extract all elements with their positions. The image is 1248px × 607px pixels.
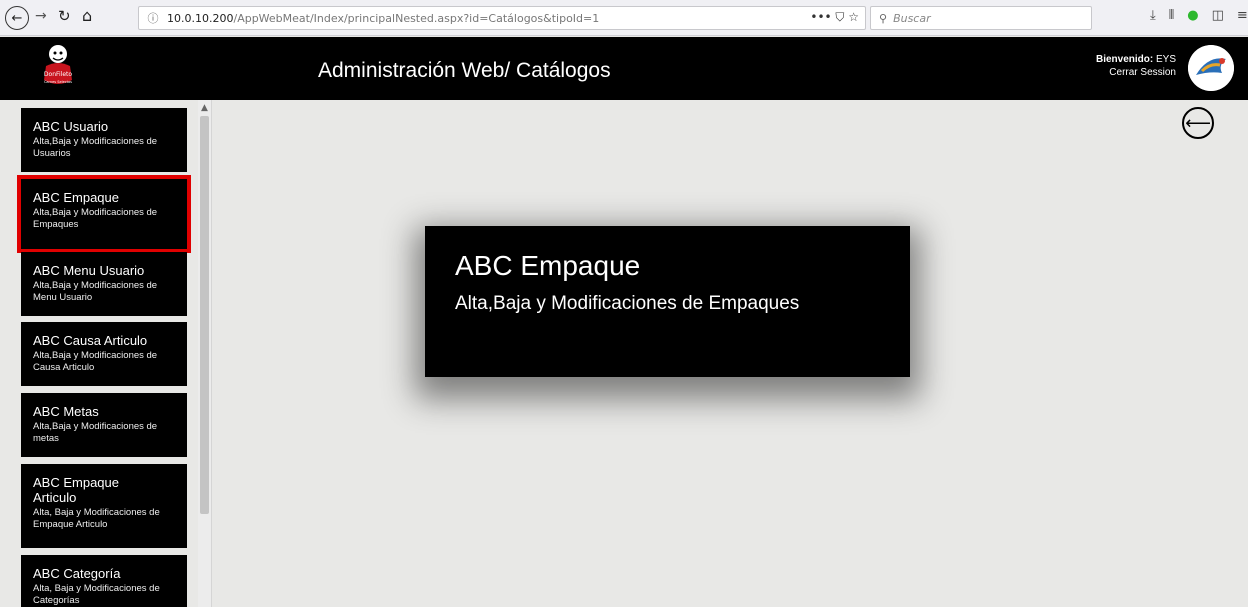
- item-tooltip: ABC Empaque Alta,Baja y Modificaciones d…: [425, 226, 910, 377]
- sidebar-item-title: ABC Causa Articulo: [33, 333, 148, 348]
- sidebar-item-title: ABC Categoría: [33, 566, 121, 581]
- sidebar-item-abc-metas[interactable]: ABC Metas Alta,Baja y Modificaciones de …: [21, 393, 187, 457]
- logo-wordmark: DonFileto: [44, 71, 72, 78]
- url-host: 10.0.10.200: [167, 11, 234, 25]
- library-icon[interactable]: ⫴: [1169, 8, 1174, 23]
- back-arrow-icon[interactable]: ⟵: [1182, 107, 1214, 139]
- page-title: Administración Web/ Catálogos: [318, 59, 611, 82]
- info-icon[interactable]: ⓘ: [145, 10, 161, 26]
- sidebar-item-title: ABC Empaque: [33, 190, 119, 205]
- search-input[interactable]: ⚲ Buscar: [870, 6, 1092, 30]
- sidebar-item-desc: Alta,Baja y Modificaciones de Empaques: [33, 207, 158, 230]
- sidebar-item-title: ABC Metas: [33, 404, 99, 419]
- scroll-up-icon[interactable]: ▲: [198, 102, 211, 114]
- sidebar-item-abc-causa-articulo[interactable]: ABC Causa Articulo Alta,Baja y Modificac…: [21, 322, 187, 386]
- welcome-label: Bienvenido:: [1095, 54, 1154, 65]
- sidebar-icon[interactable]: ◫: [1212, 8, 1224, 23]
- brand-logo[interactable]: DonFileto Carnes Selectas: [38, 40, 78, 96]
- sidebar-item-abc-usuario[interactable]: ABC Usuario Alta,Baja y Modificaciones d…: [21, 108, 187, 172]
- sidebar-item-abc-empaque-articulo[interactable]: ABC Empaque Articulo Alta, Baja y Modifi…: [21, 464, 187, 548]
- sidebar-item-title: ABC Menu Usuario: [33, 263, 145, 278]
- toolbar-icons: ⤓ ⫴ ● ◫ ≡: [1150, 8, 1248, 23]
- username: EYS: [1155, 54, 1176, 65]
- sidebar-item-desc: Alta,Baja y Modificaciones de Menu Usuar…: [33, 280, 158, 303]
- divider: [211, 100, 212, 607]
- logo-tagline: Carnes Selectas: [44, 80, 72, 84]
- search-icon: ⚲: [879, 11, 888, 25]
- sidebar-item-title: ABC Empaque Articulo: [33, 475, 119, 505]
- url-path: /AppWebMeat/Index/principalNested.aspx?i…: [233, 11, 600, 25]
- extension-check-icon[interactable]: ●: [1187, 8, 1198, 23]
- menu-icon[interactable]: ≡: [1237, 8, 1248, 23]
- page-actions-icon[interactable]: ••• ⛉ ☆: [810, 10, 859, 25]
- sidebar-item-desc: Alta,Baja y Modificaciones de Causa Arti…: [33, 350, 158, 373]
- sidebar-item-title: ABC Usuario: [33, 119, 109, 134]
- sidebar-item-desc: Alta, Baja y Modificaciones de Empaque A…: [33, 507, 160, 530]
- search-placeholder: Buscar: [893, 11, 931, 25]
- user-welcome: Bienvenido: EYS Cerrar Session: [1096, 53, 1176, 79]
- browser-forward-icon[interactable]: →: [35, 8, 47, 24]
- tooltip-title: ABC Empaque: [455, 250, 641, 281]
- sidebar-item-abc-menu-usuario[interactable]: ABC Menu Usuario Alta,Baja y Modificacio…: [21, 252, 187, 316]
- download-icon[interactable]: ⤓: [1150, 8, 1156, 23]
- avatar[interactable]: [1188, 45, 1234, 91]
- sidebar-item-desc: Alta,Baja y Modificaciones de Usuarios: [33, 136, 158, 159]
- sidebar-item-abc-empaque[interactable]: ABC Empaque Alta,Baja y Modificaciones d…: [17, 175, 191, 253]
- browser-back-icon[interactable]: ←: [5, 6, 29, 30]
- sidebar-scrollbar[interactable]: ▲: [198, 100, 211, 607]
- sidebar-item-desc: Alta,Baja y Modificaciones de metas: [33, 421, 158, 444]
- logout-link[interactable]: Cerrar Session: [1096, 66, 1176, 79]
- sidebar-menu: ABC Usuario Alta,Baja y Modificaciones d…: [0, 100, 212, 607]
- home-icon[interactable]: ⌂: [82, 6, 92, 25]
- scrollbar-thumb[interactable]: [200, 116, 209, 514]
- browser-toolbar: ← → ↻ ⌂ ⓘ 10.0.10.200/AppWebMeat/Index/p…: [0, 0, 1248, 36]
- app-header: DonFileto Carnes Selectas Administración…: [0, 37, 1248, 100]
- sidebar-item-abc-categoria[interactable]: ABC Categoría Alta, Baja y Modificacione…: [21, 555, 187, 607]
- sidebar-item-desc: Alta, Baja y Modificaciones de Categoría…: [33, 583, 160, 606]
- reload-icon[interactable]: ↻: [58, 7, 71, 25]
- address-bar[interactable]: ⓘ 10.0.10.200/AppWebMeat/Index/principal…: [138, 6, 866, 30]
- tooltip-desc: Alta,Baja y Modificaciones de Empaques: [455, 293, 800, 314]
